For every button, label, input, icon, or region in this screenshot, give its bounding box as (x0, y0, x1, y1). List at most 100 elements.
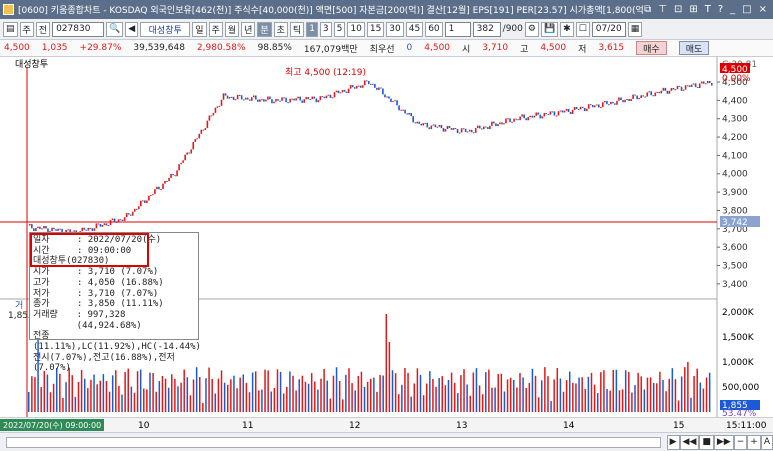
play-icon[interactable]: ▶ (666, 434, 680, 450)
price-candle (600, 107, 602, 109)
calendar-icon[interactable]: ▦ (627, 21, 643, 37)
volume-bar (656, 383, 658, 412)
forward-icon[interactable]: ▶▶ (713, 434, 734, 450)
price-candle (708, 80, 711, 83)
stop-icon[interactable]: ■ (699, 434, 714, 450)
save-icon[interactable]: 💾 (540, 21, 559, 37)
interval-input[interactable]: 1 (444, 21, 471, 37)
menu-icon[interactable]: ▤ (3, 21, 18, 37)
volume-bar (500, 373, 503, 412)
price-candle (483, 126, 485, 130)
price-candle (702, 81, 705, 84)
price-candle (248, 99, 251, 101)
price-candle (315, 98, 318, 103)
price-candle (521, 114, 523, 117)
date-checkbox[interactable]: ☐ (575, 21, 590, 37)
price-candle (414, 122, 416, 124)
price-candle (363, 80, 366, 86)
window-btn-3[interactable]: ⊡ (674, 4, 682, 15)
price-candle (152, 194, 154, 196)
gear-icon[interactable]: ✱ (560, 21, 574, 37)
price-candle (396, 100, 398, 106)
help-button[interactable]: ? (718, 4, 723, 15)
buy-button[interactable]: 매수 (636, 41, 667, 55)
price-axis-label: 4,400 (722, 96, 748, 106)
sound-icon[interactable]: ◀ (125, 21, 139, 37)
volume-bar (195, 367, 198, 412)
volume-bar (90, 379, 92, 412)
volume-bar (435, 386, 437, 412)
price-candle (121, 219, 124, 221)
volume-bar (230, 379, 232, 412)
volume-bar (603, 370, 605, 412)
window-btn-5[interactable]: T (705, 4, 711, 15)
volume-bar (351, 383, 353, 412)
volume-bar (680, 376, 683, 412)
maximize-button[interactable]: □ (742, 4, 751, 15)
price-axis-label: 4,100 (722, 151, 748, 161)
volume-bar (385, 314, 388, 412)
interval-30[interactable]: 30 (386, 21, 404, 37)
minimize-button[interactable]: _ (730, 4, 735, 15)
volume-bar (292, 375, 294, 412)
period-tick[interactable]: 틱 (289, 21, 305, 37)
period-minute[interactable]: 분 (257, 21, 272, 37)
interval-3[interactable]: 3 (319, 21, 332, 37)
interval-10[interactable]: 10 (347, 21, 365, 37)
price-candle (690, 84, 693, 87)
period-select[interactable]: 주 (19, 21, 34, 37)
interval-15[interactable]: 15 (366, 21, 385, 37)
price-candle (204, 128, 207, 131)
price-candle (452, 128, 455, 130)
price-candle (267, 96, 269, 100)
period-month[interactable]: 월 (224, 21, 240, 37)
code-input[interactable]: 027830 (52, 21, 105, 37)
period-second[interactable]: 초 (273, 21, 288, 37)
interval-45[interactable]: 45 (405, 21, 424, 37)
price-candle (551, 111, 554, 113)
price-axis-label: 4,200 (722, 133, 748, 143)
best-label: 최우선 (369, 44, 395, 55)
zoom-in-icon[interactable]: + (747, 434, 761, 450)
settings-icon[interactable]: ⚙ (524, 21, 539, 37)
close-button[interactable]: × (759, 4, 767, 15)
price-candle (638, 98, 640, 100)
volume-bar (637, 372, 639, 412)
period-day[interactable]: 일 (192, 21, 207, 37)
interval-60[interactable]: 60 (425, 21, 443, 37)
price-candle (624, 99, 626, 103)
font-icon[interactable]: A (760, 434, 773, 450)
window-btn-2[interactable]: ⊤ (658, 4, 667, 15)
volume-bar (441, 376, 444, 412)
price-candle (178, 164, 180, 171)
volume-bar (388, 342, 391, 412)
volume-bar (43, 370, 46, 412)
count-input[interactable]: 382 (472, 21, 501, 37)
trade-amount: 167,079백만 (303, 44, 358, 55)
price-candle (478, 125, 481, 129)
horizontal-scrollbar[interactable] (6, 436, 661, 448)
interval-1[interactable]: 1 (306, 21, 318, 37)
price-candle (370, 83, 372, 85)
sell-button[interactable]: 매도 (678, 41, 710, 55)
stock-name[interactable]: 대성창투 (140, 21, 191, 37)
interval-5[interactable]: 5 (333, 21, 346, 37)
volume-bar (304, 381, 307, 412)
window-btn-1[interactable]: ⧉ (644, 4, 651, 15)
period-year[interactable]: 년 (241, 21, 256, 37)
date-input[interactable]: 07/20 (591, 21, 626, 37)
price-candle (612, 101, 614, 104)
window-btn-4[interactable]: ⊞ (689, 4, 697, 15)
search-icon[interactable]: 🔍 (106, 21, 124, 37)
volume-bar (624, 370, 627, 412)
price-candle (255, 95, 257, 100)
price-axis-label: 4,300 (722, 115, 748, 125)
prev-select[interactable]: 전 (35, 21, 51, 37)
period-week[interactable]: 주 (208, 21, 223, 37)
crosshair-tag: 3,742 (722, 218, 748, 228)
rewind-icon[interactable]: ◀◀ (679, 434, 700, 450)
price-candle (519, 116, 521, 121)
price-candle (608, 104, 610, 106)
zoom-out-icon[interactable]: − (733, 434, 748, 450)
window-title: [0600] 키움종합차트 - KOSDAQ 외국인보유[462(천)] 주식수… (18, 6, 645, 16)
